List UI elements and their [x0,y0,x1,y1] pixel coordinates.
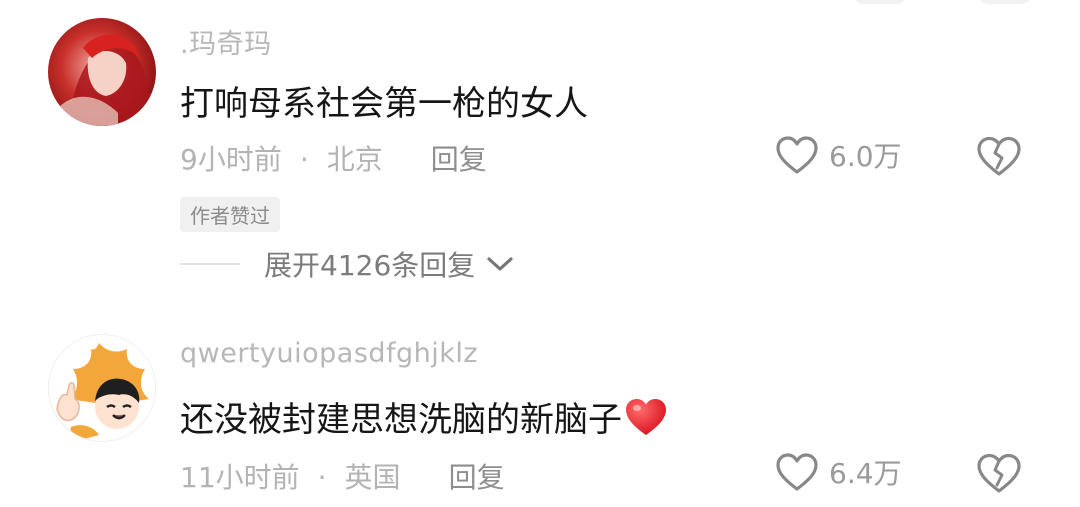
broken-heart-icon [977,453,1021,493]
reply-button[interactable]: 回复 [449,461,505,494]
avatar[interactable] [48,334,156,442]
dislike-button[interactable] [976,135,1022,181]
reply-button[interactable]: 回复 [431,143,487,176]
anime-avatar-red-icon [48,18,156,126]
chevron-down-icon [487,257,513,271]
like-button[interactable]: 6.0万 [775,135,902,175]
top-chip[interactable] [975,0,1035,4]
comment-text: 打响母系社会第一枪的女人 [180,84,588,124]
heart-outline-icon [776,453,818,491]
cartoon-avatar-icon [49,335,155,441]
comment-text-body: 还没被封建思想洗脑的新脑子 [180,400,622,440]
heart-outline-icon [776,136,818,174]
comment-text: 还没被封建思想洗脑的新脑子 [180,392,668,441]
divider-line [180,263,240,265]
comment-meta: 11小时前 · 英国 回复 [180,456,505,496]
dislike-button[interactable] [976,452,1022,498]
avatar[interactable] [48,18,156,126]
broken-heart-icon [977,136,1021,176]
expand-replies[interactable]: 展开4126条回复 [180,244,515,284]
comment-location: 北京 [326,143,383,176]
comment-time: 9小时前 [180,143,282,176]
username[interactable]: qwertyuiopasdfghjklz [180,338,478,369]
top-partial-chips [0,0,1080,4]
expand-replies-label[interactable]: 展开4126条回复 [264,244,475,284]
meta-separator: · [299,143,309,176]
red-heart-emoji-icon [626,399,666,435]
like-count: 6.0万 [829,140,902,173]
meta-separator: · [317,461,327,494]
comment-meta: 9小时前 · 北京 回复 [180,138,487,178]
like-button[interactable]: 6.4万 [775,452,902,492]
author-liked-badge: 作者赞过 [180,197,280,232]
top-chip[interactable] [850,0,910,4]
comment-time: 11小时前 [180,461,300,494]
like-count: 6.4万 [829,457,902,490]
username[interactable]: .玛奇玛 [180,22,272,61]
comment-location: 英国 [344,461,401,494]
